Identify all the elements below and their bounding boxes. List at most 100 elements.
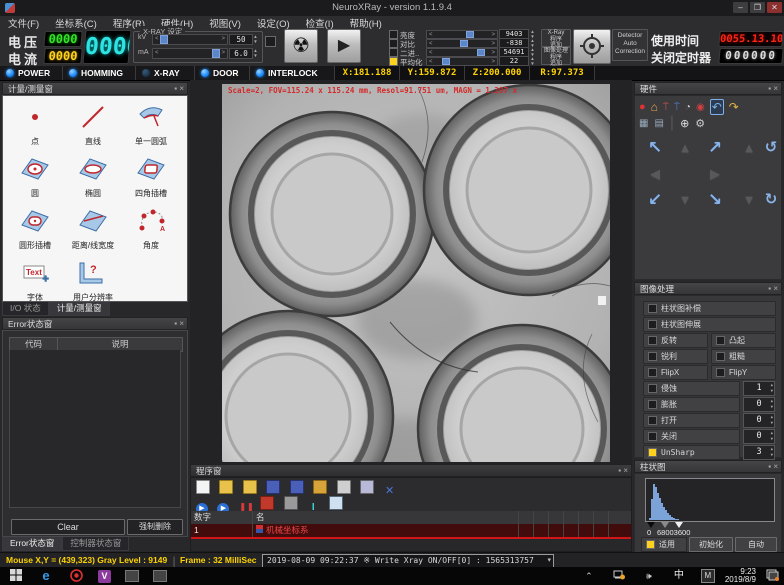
speaker-icon[interactable]: 🕪 xyxy=(641,569,657,583)
image-program-add-button[interactable]: 图像处理 程序 追加 xyxy=(541,47,571,65)
jog-left-button[interactable]: ◀ xyxy=(643,162,667,186)
run-button[interactable]: ▶ xyxy=(327,29,361,63)
estop-icon[interactable]: ◉ xyxy=(696,102,705,113)
pin-icon[interactable]: ▪ xyxy=(768,284,771,293)
start-button[interactable] xyxy=(8,569,24,583)
taskbar-clock[interactable]: 9:23 2019/8/9 xyxy=(725,568,756,584)
xray-program-add-button[interactable]: X-Ray 程序 追加 xyxy=(541,29,571,47)
open-folder2-icon[interactable] xyxy=(243,480,257,494)
tab-controller-status[interactable]: 控制器状态窗 xyxy=(62,537,129,551)
tool-rect-slot[interactable]: 四角插槽 xyxy=(123,156,179,199)
close-icon[interactable]: × xyxy=(773,84,778,93)
kv-spinner[interactable]: ▲▼ xyxy=(252,34,259,44)
xray-enable-checkbox[interactable] xyxy=(265,36,276,47)
jog-up-left-button[interactable]: ↖ xyxy=(643,136,667,160)
unsharp-stepper[interactable]: 3▲▼ xyxy=(743,445,775,460)
save-as-icon[interactable] xyxy=(290,480,304,494)
error-table-body[interactable] xyxy=(9,350,181,508)
xray-on-button[interactable]: ☢ xyxy=(284,29,318,63)
delete-x-icon[interactable]: ✕ xyxy=(384,485,396,497)
close-icon[interactable]: × xyxy=(179,84,184,93)
close-button[interactable]: ✕ xyxy=(767,2,782,13)
average-spinner[interactable]: ▲▼ xyxy=(529,56,536,66)
flip-y-button[interactable]: FlipY xyxy=(711,365,776,380)
open-folder-icon[interactable] xyxy=(219,480,233,494)
flip-x-button[interactable]: FlipX xyxy=(643,365,708,380)
detector-calibration-button[interactable] xyxy=(573,29,611,64)
tool-ellipse[interactable]: 椭圆 xyxy=(65,156,121,199)
menu-file[interactable]: 文件(F) xyxy=(0,16,47,30)
jog-z-down-button[interactable]: ▼ xyxy=(737,188,761,212)
tool-single-arc[interactable]: 单一圆弧 xyxy=(123,104,179,147)
pin-icon[interactable]: ▪ xyxy=(618,466,621,475)
v-app-icon[interactable]: V xyxy=(98,570,111,583)
paste-icon[interactable] xyxy=(360,480,374,494)
detector-auto-correction-button[interactable]: Detector Auto Correction xyxy=(612,29,648,61)
brightness-checkbox[interactable] xyxy=(389,30,398,39)
menu-coordsys[interactable]: 坐标系(C) xyxy=(47,16,105,30)
hist-init-button[interactable]: 初始化 xyxy=(689,537,733,552)
notification-icon[interactable] xyxy=(764,569,780,583)
jog-down-button[interactable]: ▼ xyxy=(673,188,697,212)
jog-up-button[interactable]: ▲ xyxy=(673,136,697,160)
contrast-checkbox[interactable] xyxy=(389,39,398,48)
pin-icon[interactable]: ▪ xyxy=(174,319,177,328)
binary-checkbox[interactable] xyxy=(389,48,398,57)
brightness-slider[interactable]: <> xyxy=(426,30,498,39)
app-window1-icon[interactable] xyxy=(125,570,139,582)
sharpen-button[interactable]: 锐利 xyxy=(643,349,708,364)
coarse-button[interactable]: 粗糙 xyxy=(711,349,776,364)
pin-icon[interactable]: ▪ xyxy=(174,84,177,93)
ma-spinner[interactable]: ▲▼ xyxy=(252,48,259,58)
export-icon[interactable] xyxy=(313,480,327,494)
erode-button[interactable]: 侵蚀 xyxy=(643,381,740,396)
restore-button[interactable]: ❐ xyxy=(750,2,765,13)
open-button[interactable]: 打开 xyxy=(643,413,740,428)
record-icon[interactable]: ● xyxy=(639,101,646,113)
joystick2-icon[interactable]: ⍑ xyxy=(674,102,680,113)
input-lang-indicator[interactable]: 中 xyxy=(671,569,687,583)
hist-apply-button[interactable]: 适用 xyxy=(641,537,687,552)
emboss-button[interactable]: 凸起 xyxy=(711,333,776,348)
invert-button[interactable]: 反转 xyxy=(643,333,708,348)
jog-down-right-button[interactable]: ↘ xyxy=(703,188,727,212)
ma-slider[interactable]: <> xyxy=(152,48,228,59)
hist-stretch-button[interactable]: 柱状图伸展 xyxy=(643,317,776,332)
error-clear-button[interactable]: Clear xyxy=(11,519,125,535)
jog-z-up-button[interactable]: ▲ xyxy=(737,136,761,160)
app-window2-icon[interactable] xyxy=(153,570,167,582)
tab-error-status[interactable]: Error状态窗 xyxy=(2,537,62,551)
close-icon[interactable]: × xyxy=(773,284,778,293)
jog-up-right-button[interactable]: ↗ xyxy=(703,136,727,160)
dilate-button[interactable]: 膨胀 xyxy=(643,397,740,412)
ime-icon[interactable]: M xyxy=(701,569,715,583)
xray-app-icon[interactable] xyxy=(68,569,84,583)
tool-angle[interactable]: A 角度 xyxy=(123,208,179,251)
error-force-delete-button[interactable]: 强制删除 xyxy=(127,519,183,535)
target-icon[interactable]: ⊕ xyxy=(680,117,689,130)
jog-rotate-cw-button[interactable]: ↻ xyxy=(759,188,783,212)
average-slider[interactable]: <> xyxy=(426,57,498,66)
tool-line[interactable]: 直线 xyxy=(65,104,121,147)
hist-auto-button[interactable]: 自动 xyxy=(735,537,777,552)
histogram-plot[interactable] xyxy=(645,478,775,522)
pin-icon[interactable]: ▪ xyxy=(768,84,771,93)
stats-icon[interactable] xyxy=(260,496,274,510)
average-value[interactable]: 22 xyxy=(499,56,529,66)
edge-browser-icon[interactable]: e xyxy=(38,569,54,583)
hist-compensate-button[interactable]: 柱状图补偿 xyxy=(643,301,776,316)
jog-cw-mode-icon[interactable]: ↷ xyxy=(729,100,739,114)
save-icon[interactable] xyxy=(266,480,280,494)
close-op-button[interactable]: 关闭 xyxy=(643,429,740,444)
network-icon[interactable] xyxy=(611,569,627,583)
tab-io-status[interactable]: I/O 状态 xyxy=(2,302,49,316)
pin-icon[interactable]: ▪ xyxy=(768,462,771,471)
open-stepper[interactable]: 0▲▼ xyxy=(743,413,775,428)
program-row-selected[interactable]: 1 机械坐标系 xyxy=(191,524,631,539)
new-file-icon[interactable] xyxy=(196,480,210,494)
tool-circle-slot[interactable]: 圆形插槽 xyxy=(7,208,63,251)
joystick1-icon[interactable]: ⍑ xyxy=(663,102,669,113)
minimize-button[interactable]: – xyxy=(733,2,748,13)
log-combobox[interactable]: 2019-08-09 09:22:37 ※ Write Xray ON/OFF[… xyxy=(262,554,554,568)
unsharp-button[interactable]: UnSharp xyxy=(643,445,740,460)
